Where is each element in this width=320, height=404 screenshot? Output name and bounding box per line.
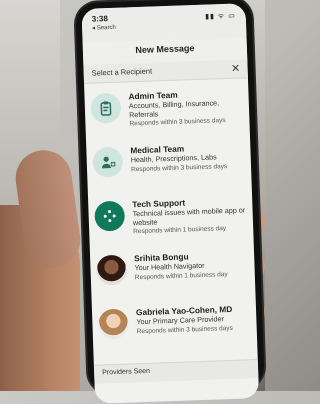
recipient-text: Gabriela Yao-Cohen, MD Your Primary Care… xyxy=(136,300,251,335)
select-recipient-label: Select a Recipient xyxy=(92,67,153,78)
back-to-search[interactable]: ◂ Search xyxy=(92,24,116,32)
doctor-icon xyxy=(92,147,123,178)
recipient-list: Admin Team Accounts, Billing, Insurance,… xyxy=(84,78,257,358)
recipient-item-medical-team[interactable]: Medical Team Health, Prescriptions, Labs… xyxy=(86,134,252,194)
status-time: 3:38 xyxy=(92,14,108,24)
avatar xyxy=(98,309,129,340)
recipient-text: Tech Support Technical issues with mobil… xyxy=(132,192,247,235)
phone-screen: 3:38 ◂ Search ▮▮ ᯤ ▭ New Message Select … xyxy=(81,3,259,403)
providers-seen-label: Providers Seen xyxy=(102,368,150,377)
avatar xyxy=(96,255,127,286)
recipient-item-gabriela-yao-cohen[interactable]: Gabriela Yao-Cohen, MD Your Primary Care… xyxy=(92,296,258,356)
recipient-item-admin-team[interactable]: Admin Team Accounts, Billing, Insurance,… xyxy=(84,80,250,140)
close-icon[interactable]: × xyxy=(231,59,240,75)
settings-dots-icon xyxy=(94,201,125,232)
clipboard-icon xyxy=(90,93,121,124)
phone-device: 3:38 ◂ Search ▮▮ ᯤ ▭ New Message Select … xyxy=(75,0,265,394)
recipient-text: Admin Team Accounts, Billing, Insurance,… xyxy=(128,84,243,127)
providers-footer: Providers Seen xyxy=(94,359,259,384)
recipient-item-tech-support[interactable]: Tech Support Technical issues with mobil… xyxy=(88,188,254,248)
recipient-text: Medical Team Health, Prescriptions, Labs… xyxy=(130,138,245,173)
status-icons: ▮▮ ᯤ ▭ xyxy=(205,12,236,22)
status-bar: 3:38 ◂ Search ▮▮ ᯤ ▭ xyxy=(81,3,246,43)
recipient-item-srihita-bongu[interactable]: Srihita Bongu Your Health Navigator Resp… xyxy=(90,242,256,302)
page-title: New Message xyxy=(83,41,247,57)
recipient-text: Srihita Bongu Your Health Navigator Resp… xyxy=(134,246,249,281)
